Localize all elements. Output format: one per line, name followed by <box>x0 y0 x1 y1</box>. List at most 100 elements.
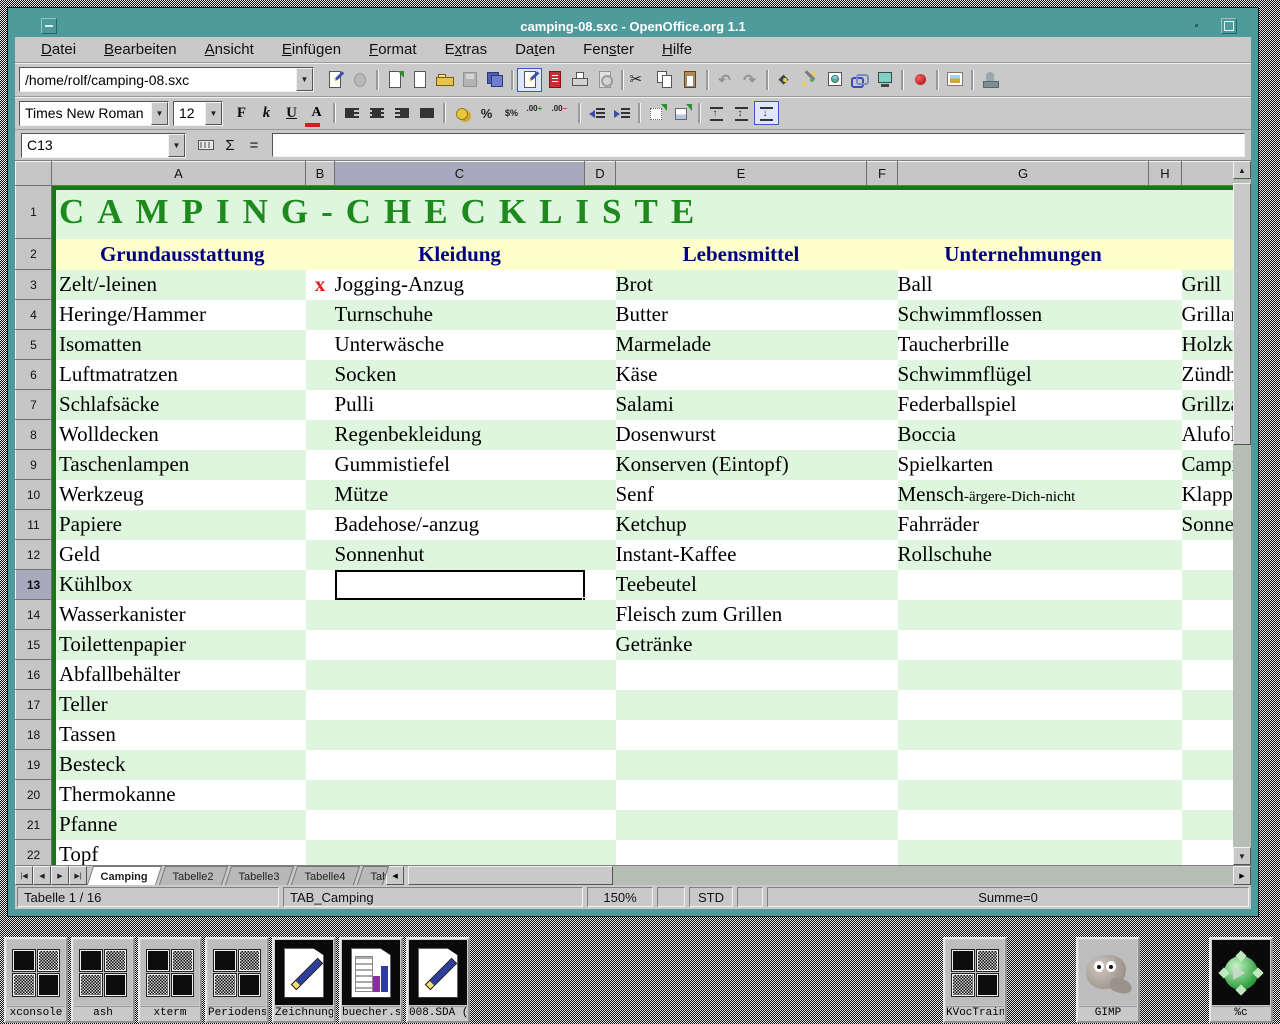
cell-C17[interactable] <box>335 690 585 720</box>
cell-C8[interactable]: Regenbekleidung <box>335 420 585 450</box>
menu-datei[interactable]: Datei <box>27 39 90 60</box>
url-combobox[interactable]: /home/rolf/camping-08.sxc ▼ <box>19 67 314 92</box>
cell-D11[interactable] <box>585 510 616 540</box>
column-header-B[interactable]: B <box>306 162 335 186</box>
cell-H12[interactable] <box>1149 540 1182 570</box>
cell-B15[interactable] <box>306 630 335 660</box>
tab-nav-next-icon[interactable]: ▶ <box>51 866 69 885</box>
hyperlink-icon[interactable] <box>847 68 872 92</box>
cell-F4[interactable] <box>867 300 898 330</box>
cell-H10[interactable] <box>1149 480 1182 510</box>
cell-E12[interactable]: Instant-Kaffee <box>616 540 867 570</box>
cell-A16[interactable]: Abfallbehälter <box>52 660 306 690</box>
navigator-icon[interactable] <box>772 68 797 92</box>
increase-indent-icon[interactable] <box>609 101 634 125</box>
column-header-F[interactable]: F <box>867 162 898 186</box>
number-format-percent-icon[interactable]: % <box>474 101 499 125</box>
font-size-combobox[interactable]: 12 ▼ <box>173 101 223 126</box>
cell-H9[interactable] <box>1149 450 1182 480</box>
row-header-15[interactable]: 15 <box>16 630 52 660</box>
cell-E3[interactable]: Brot <box>616 270 867 300</box>
cell-G3[interactable]: Ball <box>898 270 1149 300</box>
cell-E9[interactable]: Konserven (Eintopf) <box>616 450 867 480</box>
cell-A9[interactable]: Taschenlampen <box>52 450 306 480</box>
taskbar-tile-zeichnung[interactable]: Zeichnung- <box>272 937 336 1023</box>
align-left-icon[interactable] <box>339 101 364 125</box>
column-header-G[interactable]: G <box>898 162 1149 186</box>
cell-G21[interactable] <box>898 810 1149 840</box>
font-color-button[interactable]: A <box>304 101 329 125</box>
column-header-A[interactable]: A <box>52 162 306 186</box>
new-document-icon[interactable] <box>382 68 407 92</box>
cell-B8[interactable] <box>306 420 335 450</box>
cell-B12[interactable] <box>306 540 335 570</box>
cell-B22[interactable] <box>306 840 335 866</box>
cell-D18[interactable] <box>585 720 616 750</box>
cell-H14[interactable] <box>1149 600 1182 630</box>
cell-C3[interactable]: Jogging-Anzug <box>335 270 585 300</box>
align-middle-icon[interactable]: ↕ <box>729 101 754 125</box>
cell-F14[interactable] <box>867 600 898 630</box>
cell-F19[interactable] <box>867 750 898 780</box>
zoom-icon[interactable] <box>872 68 897 92</box>
cell-D7[interactable] <box>585 390 616 420</box>
font-size-dropdown-icon[interactable]: ▼ <box>205 102 222 125</box>
horizontal-scrollbar[interactable] <box>408 866 1233 885</box>
column-header-C[interactable]: C <box>335 162 585 186</box>
cell-F9[interactable] <box>867 450 898 480</box>
bold-button[interactable]: F <box>229 101 254 125</box>
cell-C22[interactable] <box>335 840 585 866</box>
row-header-6[interactable]: 6 <box>16 360 52 390</box>
cell-G2[interactable]: Unternehmungen <box>898 239 1149 270</box>
cell-H17[interactable] <box>1149 690 1182 720</box>
cell-B13[interactable] <box>306 570 335 600</box>
cell-G11[interactable]: Fahrräder <box>898 510 1149 540</box>
formula-area-icon[interactable] <box>194 134 218 156</box>
gallery-icon[interactable] <box>822 68 847 92</box>
row-header-17[interactable]: 17 <box>16 690 52 720</box>
cell-H4[interactable] <box>1149 300 1182 330</box>
cell-C19[interactable] <box>335 750 585 780</box>
export-pdf-icon[interactable] <box>542 68 567 92</box>
iconify-button[interactable] <box>41 18 57 34</box>
cell-D13[interactable] <box>585 570 616 600</box>
taskbar-tile-kvoctrain[interactable]: KVocTrain <box>943 937 1007 1023</box>
status-segment-6[interactable]: Summe=0 <box>767 887 1249 907</box>
titlebar[interactable]: camping-08.sxc - OpenOffice.org 1.1 <box>15 15 1251 37</box>
cell-D12[interactable] <box>585 540 616 570</box>
cell-C7[interactable]: Pulli <box>335 390 585 420</box>
font-name-combobox[interactable]: Times New Roman ▼ <box>19 101 169 126</box>
row-header-12[interactable]: 12 <box>16 540 52 570</box>
horizontal-scrollbar-thumb[interactable] <box>408 866 613 885</box>
cell-B14[interactable] <box>306 600 335 630</box>
tab-nav-prev-icon[interactable]: ◀ <box>33 866 51 885</box>
menu-daten[interactable]: Daten <box>501 39 569 60</box>
open-icon[interactable] <box>432 68 457 92</box>
cell-G16[interactable] <box>898 660 1149 690</box>
row-header-14[interactable]: 14 <box>16 600 52 630</box>
cell-E8[interactable]: Dosenwurst <box>616 420 867 450</box>
cell-D21[interactable] <box>585 810 616 840</box>
cell-G19[interactable] <box>898 750 1149 780</box>
tab-nav-last-icon[interactable]: ▶| <box>69 866 87 885</box>
cell-D17[interactable] <box>585 690 616 720</box>
menu-einfügen[interactable]: Einfügen <box>268 39 355 60</box>
cell-E4[interactable]: Butter <box>616 300 867 330</box>
cell-E20[interactable] <box>616 780 867 810</box>
menu-bearbeiten[interactable]: Bearbeiten <box>90 39 191 60</box>
cell-D22[interactable] <box>585 840 616 866</box>
cell-H15[interactable] <box>1149 630 1182 660</box>
cell-C15[interactable] <box>335 630 585 660</box>
number-format-standard-icon[interactable]: $% <box>499 101 524 125</box>
hscroll-right-icon[interactable]: ▶ <box>1233 866 1251 885</box>
cell-H7[interactable] <box>1149 390 1182 420</box>
cell-H16[interactable] <box>1149 660 1182 690</box>
cell-G10[interactable]: Mensch-ärgere-Dich-nicht <box>898 480 1149 510</box>
cell-D10[interactable] <box>585 480 616 510</box>
cell-C18[interactable] <box>335 720 585 750</box>
cell-D3[interactable] <box>585 270 616 300</box>
scroll-up-icon[interactable]: ▲ <box>1233 161 1251 179</box>
cell-G8[interactable]: Boccia <box>898 420 1149 450</box>
cell-B10[interactable] <box>306 480 335 510</box>
cell-F15[interactable] <box>867 630 898 660</box>
